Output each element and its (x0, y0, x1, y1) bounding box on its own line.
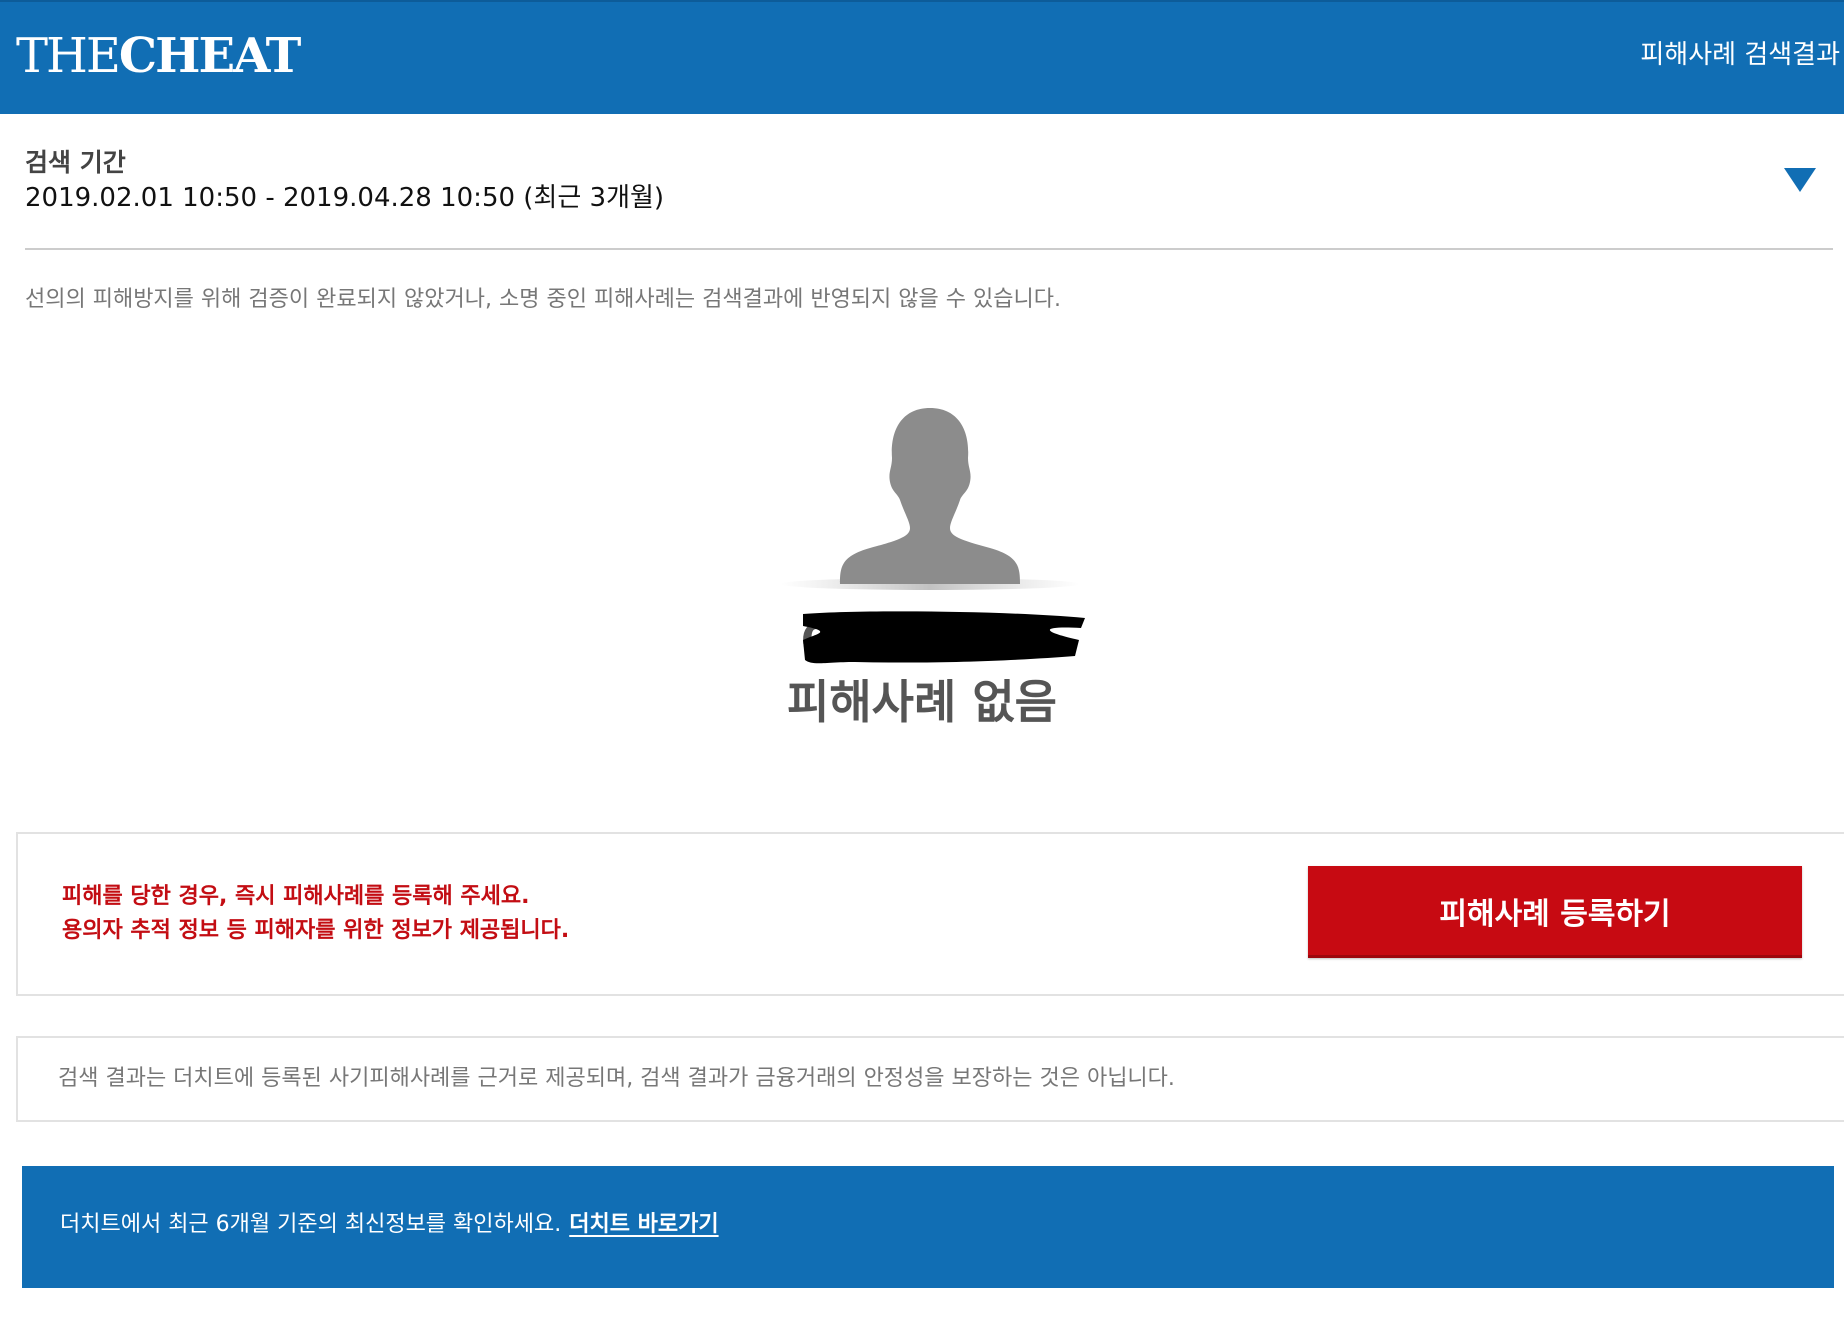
logo-text-the: THE (16, 28, 121, 84)
thecheat-shortcut-link[interactable]: 더치트 바로가기 (569, 1212, 718, 1237)
disclaimer-section: 검색 결과는 더치트에 등록된 사기피해사례를 근거로 제공되며, 검색 결과가… (16, 1036, 1844, 1122)
page-title: 피해사례 검색결과 (1640, 40, 1840, 70)
register-message-line1: 피해를 당한 경우, 즉시 피해사례를 등록해 주세요. (62, 884, 530, 909)
footer-text: 더치트에서 최근 6개월 기준의 최신정보를 확인하세요. (60, 1212, 562, 1237)
phone-number-redacted: 01 (795, 610, 1085, 668)
search-period-label: 검색 기간 (25, 148, 126, 177)
chevron-down-icon[interactable] (1784, 168, 1816, 192)
footer-message: 더치트에서 최근 6개월 기준의 최신정보를 확인하세요. 더치트 바로가기 (60, 1210, 719, 1240)
logo-text-cheat: CHEAT (118, 28, 301, 84)
footer-banner: 더치트에서 최근 6개월 기준의 최신정보를 확인하세요. 더치트 바로가기 (22, 1166, 1834, 1288)
register-case-button[interactable]: 피해사례 등록하기 (1308, 866, 1802, 958)
user-silhouette-icon (780, 400, 1080, 590)
period-divider (25, 248, 1833, 250)
register-message-line2: 용의자 추적 정보 등 피해자를 위한 정보가 제공됩니다. (62, 918, 570, 943)
search-period-value: 2019.02.01 10:50 - 2019.04.28 10:50 (최근 … (25, 183, 665, 213)
disclaimer-text: 검색 결과는 더치트에 등록된 사기피해사례를 근거로 제공되며, 검색 결과가… (58, 1066, 1175, 1091)
no-cases-status: 피해사례 없음 (787, 675, 1057, 729)
thecheat-logo[interactable]: THECHEAT (16, 28, 301, 84)
redaction-mark (803, 611, 1085, 664)
register-message: 피해를 당한 경우, 즉시 피해사례를 등록해 주세요. 용의자 추적 정보 등… (62, 880, 569, 948)
register-section: 피해를 당한 경우, 즉시 피해사례를 등록해 주세요. 용의자 추적 정보 등… (16, 832, 1844, 996)
app-header: THECHEAT 피해사례 검색결과 (0, 0, 1844, 114)
verification-notice: 선의의 피해방지를 위해 검증이 완료되지 않았거나, 소명 중인 피해사례는 … (25, 287, 1061, 312)
